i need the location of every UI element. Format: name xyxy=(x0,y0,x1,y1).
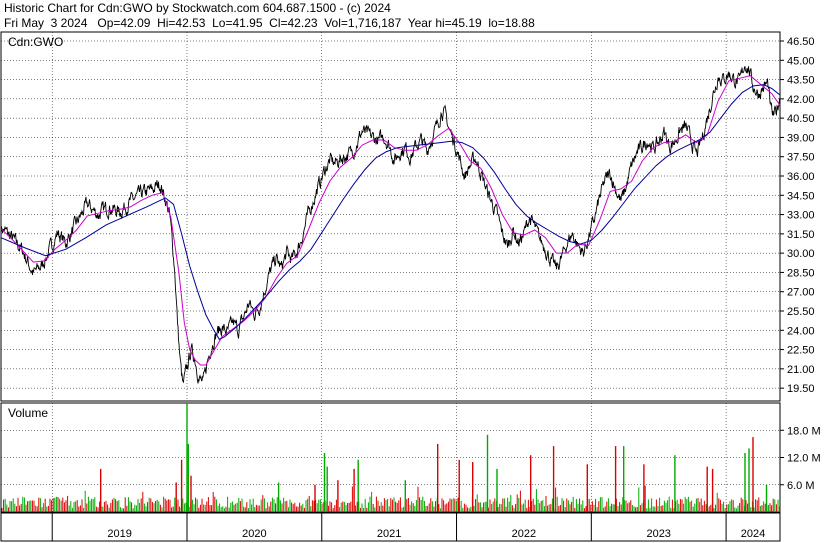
price-tick-label: 42.00 xyxy=(787,94,815,106)
price-tick-label: 45.00 xyxy=(787,55,815,67)
volume-tick-label: 18.0 M xyxy=(787,425,821,437)
price-tick-label: 21.00 xyxy=(787,364,815,376)
stock-chart: 46.50 45.00 43.50 42.00 40.50 39.00 37.50 36.00… xyxy=(0,31,821,542)
x-tick-label: 2021 xyxy=(377,528,401,540)
price-tick-label: 19.50 xyxy=(787,383,815,395)
price-tick-label: 43.50 xyxy=(787,75,815,87)
x-tick-label: 2020 xyxy=(242,528,266,540)
price-tick-label: 33.00 xyxy=(787,210,815,222)
price-tick-label: 25.50 xyxy=(787,306,815,318)
price-tick-label: 34.50 xyxy=(787,190,815,202)
price-tick-label: 22.50 xyxy=(787,345,815,357)
price-tick-label: 31.50 xyxy=(787,229,815,241)
price-tick-label: 27.00 xyxy=(787,287,815,299)
x-tick-label: 2023 xyxy=(646,528,670,540)
volume-tick-label: 12.0 M xyxy=(787,453,821,465)
volume-panel xyxy=(0,402,781,513)
x-tick-label: 2019 xyxy=(107,528,131,540)
price-tick-label: 30.00 xyxy=(787,248,815,260)
x-tick-label: 2024 xyxy=(741,528,765,540)
volume-y-ticks: 18.0 M 12.0 M 6.0 M xyxy=(780,425,821,492)
price-y-ticks: 46.50 45.00 43.50 42.00 40.50 39.00 37.50 36.00… xyxy=(780,36,815,395)
price-tick-label: 46.50 xyxy=(787,36,815,48)
volume-tick-label: 6.0 M xyxy=(787,480,815,492)
price-tick-label: 36.00 xyxy=(787,171,815,183)
price-tick-label: 40.50 xyxy=(787,113,815,125)
price-tick-label: 37.50 xyxy=(787,152,815,164)
price-tick-label: 39.00 xyxy=(787,132,815,144)
volume-label: Volume xyxy=(8,406,48,420)
price-tick-label: 24.00 xyxy=(787,325,815,337)
x-tick-label: 2022 xyxy=(512,528,536,540)
price-tick-label: 28.50 xyxy=(787,267,815,279)
symbol-label: Cdn:GWO xyxy=(8,35,63,49)
price-panel xyxy=(0,31,781,402)
